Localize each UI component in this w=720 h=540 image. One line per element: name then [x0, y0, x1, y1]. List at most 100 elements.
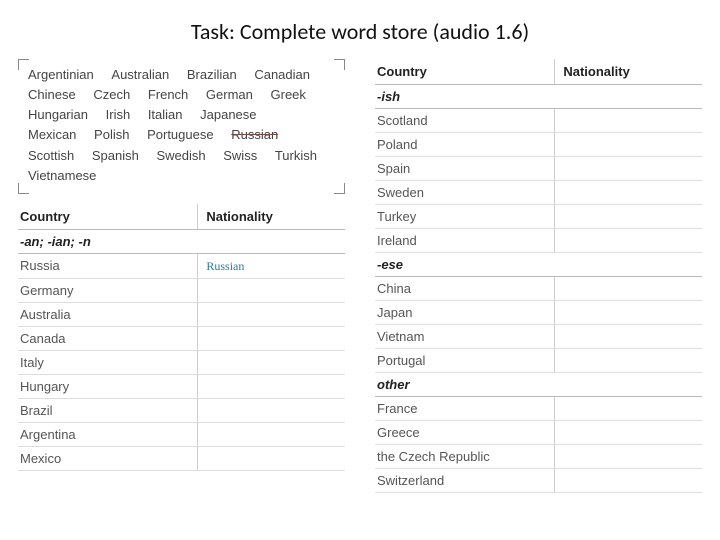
- group-label: other: [375, 373, 702, 397]
- table-row: Canada: [18, 326, 345, 350]
- corner-decoration: [18, 59, 29, 70]
- columns: Argentinian Australian Brazilian Canadia…: [18, 59, 702, 493]
- country-cell: Portugal: [375, 349, 555, 373]
- word-bank: Argentinian Australian Brazilian Canadia…: [18, 59, 345, 194]
- group-row: -ish: [375, 85, 702, 109]
- nationality-cell[interactable]: [555, 349, 702, 373]
- nationality-cell[interactable]: [555, 445, 702, 469]
- answer-text: Russian: [206, 259, 244, 273]
- country-cell: Canada: [18, 326, 198, 350]
- country-cell: Hungary: [18, 374, 198, 398]
- table-row: Greece: [375, 421, 702, 445]
- nationality-cell[interactable]: [555, 181, 702, 205]
- nationality-cell[interactable]: [555, 397, 702, 421]
- header-nationality: Nationality: [198, 204, 345, 230]
- table-row: Australia: [18, 302, 345, 326]
- table-right: Country Nationality -ishScotlandPolandSp…: [375, 59, 702, 493]
- country-cell: Switzerland: [375, 469, 555, 493]
- nationality-cell[interactable]: [198, 374, 345, 398]
- group-row: other: [375, 373, 702, 397]
- table-row: Russia Russian: [18, 253, 345, 278]
- page-title: Task: Complete word store (audio 1.6): [18, 18, 702, 45]
- wordbank-word: Irish: [106, 105, 131, 125]
- table-row: Turkey: [375, 205, 702, 229]
- country-cell: Poland: [375, 133, 555, 157]
- nationality-cell[interactable]: [198, 446, 345, 470]
- country-cell: China: [375, 277, 555, 301]
- country-cell: Italy: [18, 350, 198, 374]
- wordbank-word: Spanish: [92, 146, 139, 166]
- corner-decoration: [334, 183, 345, 194]
- table-row: Germany: [18, 278, 345, 302]
- wordbank-word: Chinese: [28, 85, 76, 105]
- table-row: Mexico: [18, 446, 345, 470]
- country-cell: Germany: [18, 278, 198, 302]
- country-cell: France: [375, 397, 555, 421]
- left-column: Argentinian Australian Brazilian Canadia…: [18, 59, 345, 471]
- country-cell: Ireland: [375, 229, 555, 253]
- nationality-cell[interactable]: [555, 157, 702, 181]
- table-row: Ireland: [375, 229, 702, 253]
- nationality-cell[interactable]: [555, 421, 702, 445]
- nationality-cell[interactable]: [555, 325, 702, 349]
- wordbank-word: Swedish: [156, 146, 205, 166]
- group-row: -an; -ian; -n: [18, 229, 345, 253]
- nationality-cell[interactable]: [555, 205, 702, 229]
- worksheet-page: Task: Complete word store (audio 1.6) Ar…: [0, 0, 720, 540]
- country-cell: Russia: [18, 253, 198, 278]
- table-row: Italy: [18, 350, 345, 374]
- wordbank-word: Czech: [93, 85, 130, 105]
- country-cell: Vietnam: [375, 325, 555, 349]
- wordbank-word: Mexican: [28, 125, 76, 145]
- table-row: the Czech Republic: [375, 445, 702, 469]
- wordbank-word: Vietnamese: [28, 166, 96, 186]
- nationality-cell[interactable]: Russian: [198, 253, 345, 278]
- country-cell: Sweden: [375, 181, 555, 205]
- wordbank-word: French: [148, 85, 188, 105]
- corner-decoration: [334, 59, 345, 70]
- wordbank-word: German: [206, 85, 253, 105]
- corner-decoration: [18, 183, 29, 194]
- table-row: Sweden: [375, 181, 702, 205]
- nationality-cell[interactable]: [198, 326, 345, 350]
- nationality-cell[interactable]: [198, 278, 345, 302]
- wordbank-word: Greek: [271, 85, 306, 105]
- header-nationality: Nationality: [555, 59, 702, 85]
- country-cell: Spain: [375, 157, 555, 181]
- nationality-cell[interactable]: [198, 398, 345, 422]
- nationality-cell[interactable]: [198, 422, 345, 446]
- nationality-cell[interactable]: [555, 277, 702, 301]
- nationality-cell[interactable]: [198, 302, 345, 326]
- wordbank-word: Scottish: [28, 146, 74, 166]
- nationality-cell[interactable]: [555, 109, 702, 133]
- wordbank-word: Brazilian: [187, 65, 237, 85]
- wordbank-word: Hungarian: [28, 105, 88, 125]
- table-row: Spain: [375, 157, 702, 181]
- country-cell: Japan: [375, 301, 555, 325]
- group-label: -ish: [375, 85, 702, 109]
- right-column: Country Nationality -ishScotlandPolandSp…: [375, 59, 702, 493]
- nationality-cell[interactable]: [555, 229, 702, 253]
- country-cell: Mexico: [18, 446, 198, 470]
- nationality-cell[interactable]: [555, 133, 702, 157]
- country-cell: Argentina: [18, 422, 198, 446]
- nationality-cell[interactable]: [555, 301, 702, 325]
- wordbank-word: Swiss: [223, 146, 257, 166]
- country-cell: Greece: [375, 421, 555, 445]
- wordbank-word: Italian: [148, 105, 183, 125]
- country-cell: the Czech Republic: [375, 445, 555, 469]
- wordbank-word: Russian: [231, 125, 278, 145]
- country-cell: Turkey: [375, 205, 555, 229]
- wordbank-word: Polish: [94, 125, 129, 145]
- wordbank-word: Japanese: [200, 105, 256, 125]
- table-row: Poland: [375, 133, 702, 157]
- nationality-cell[interactable]: [555, 469, 702, 493]
- nationality-cell[interactable]: [198, 350, 345, 374]
- header-country: Country: [375, 59, 555, 85]
- table-row: Brazil: [18, 398, 345, 422]
- table-row: Switzerland: [375, 469, 702, 493]
- table-row: China: [375, 277, 702, 301]
- table-row: Scotland: [375, 109, 702, 133]
- group-label: -an; -ian; -n: [18, 229, 345, 253]
- wordbank-word: Argentinian: [28, 65, 94, 85]
